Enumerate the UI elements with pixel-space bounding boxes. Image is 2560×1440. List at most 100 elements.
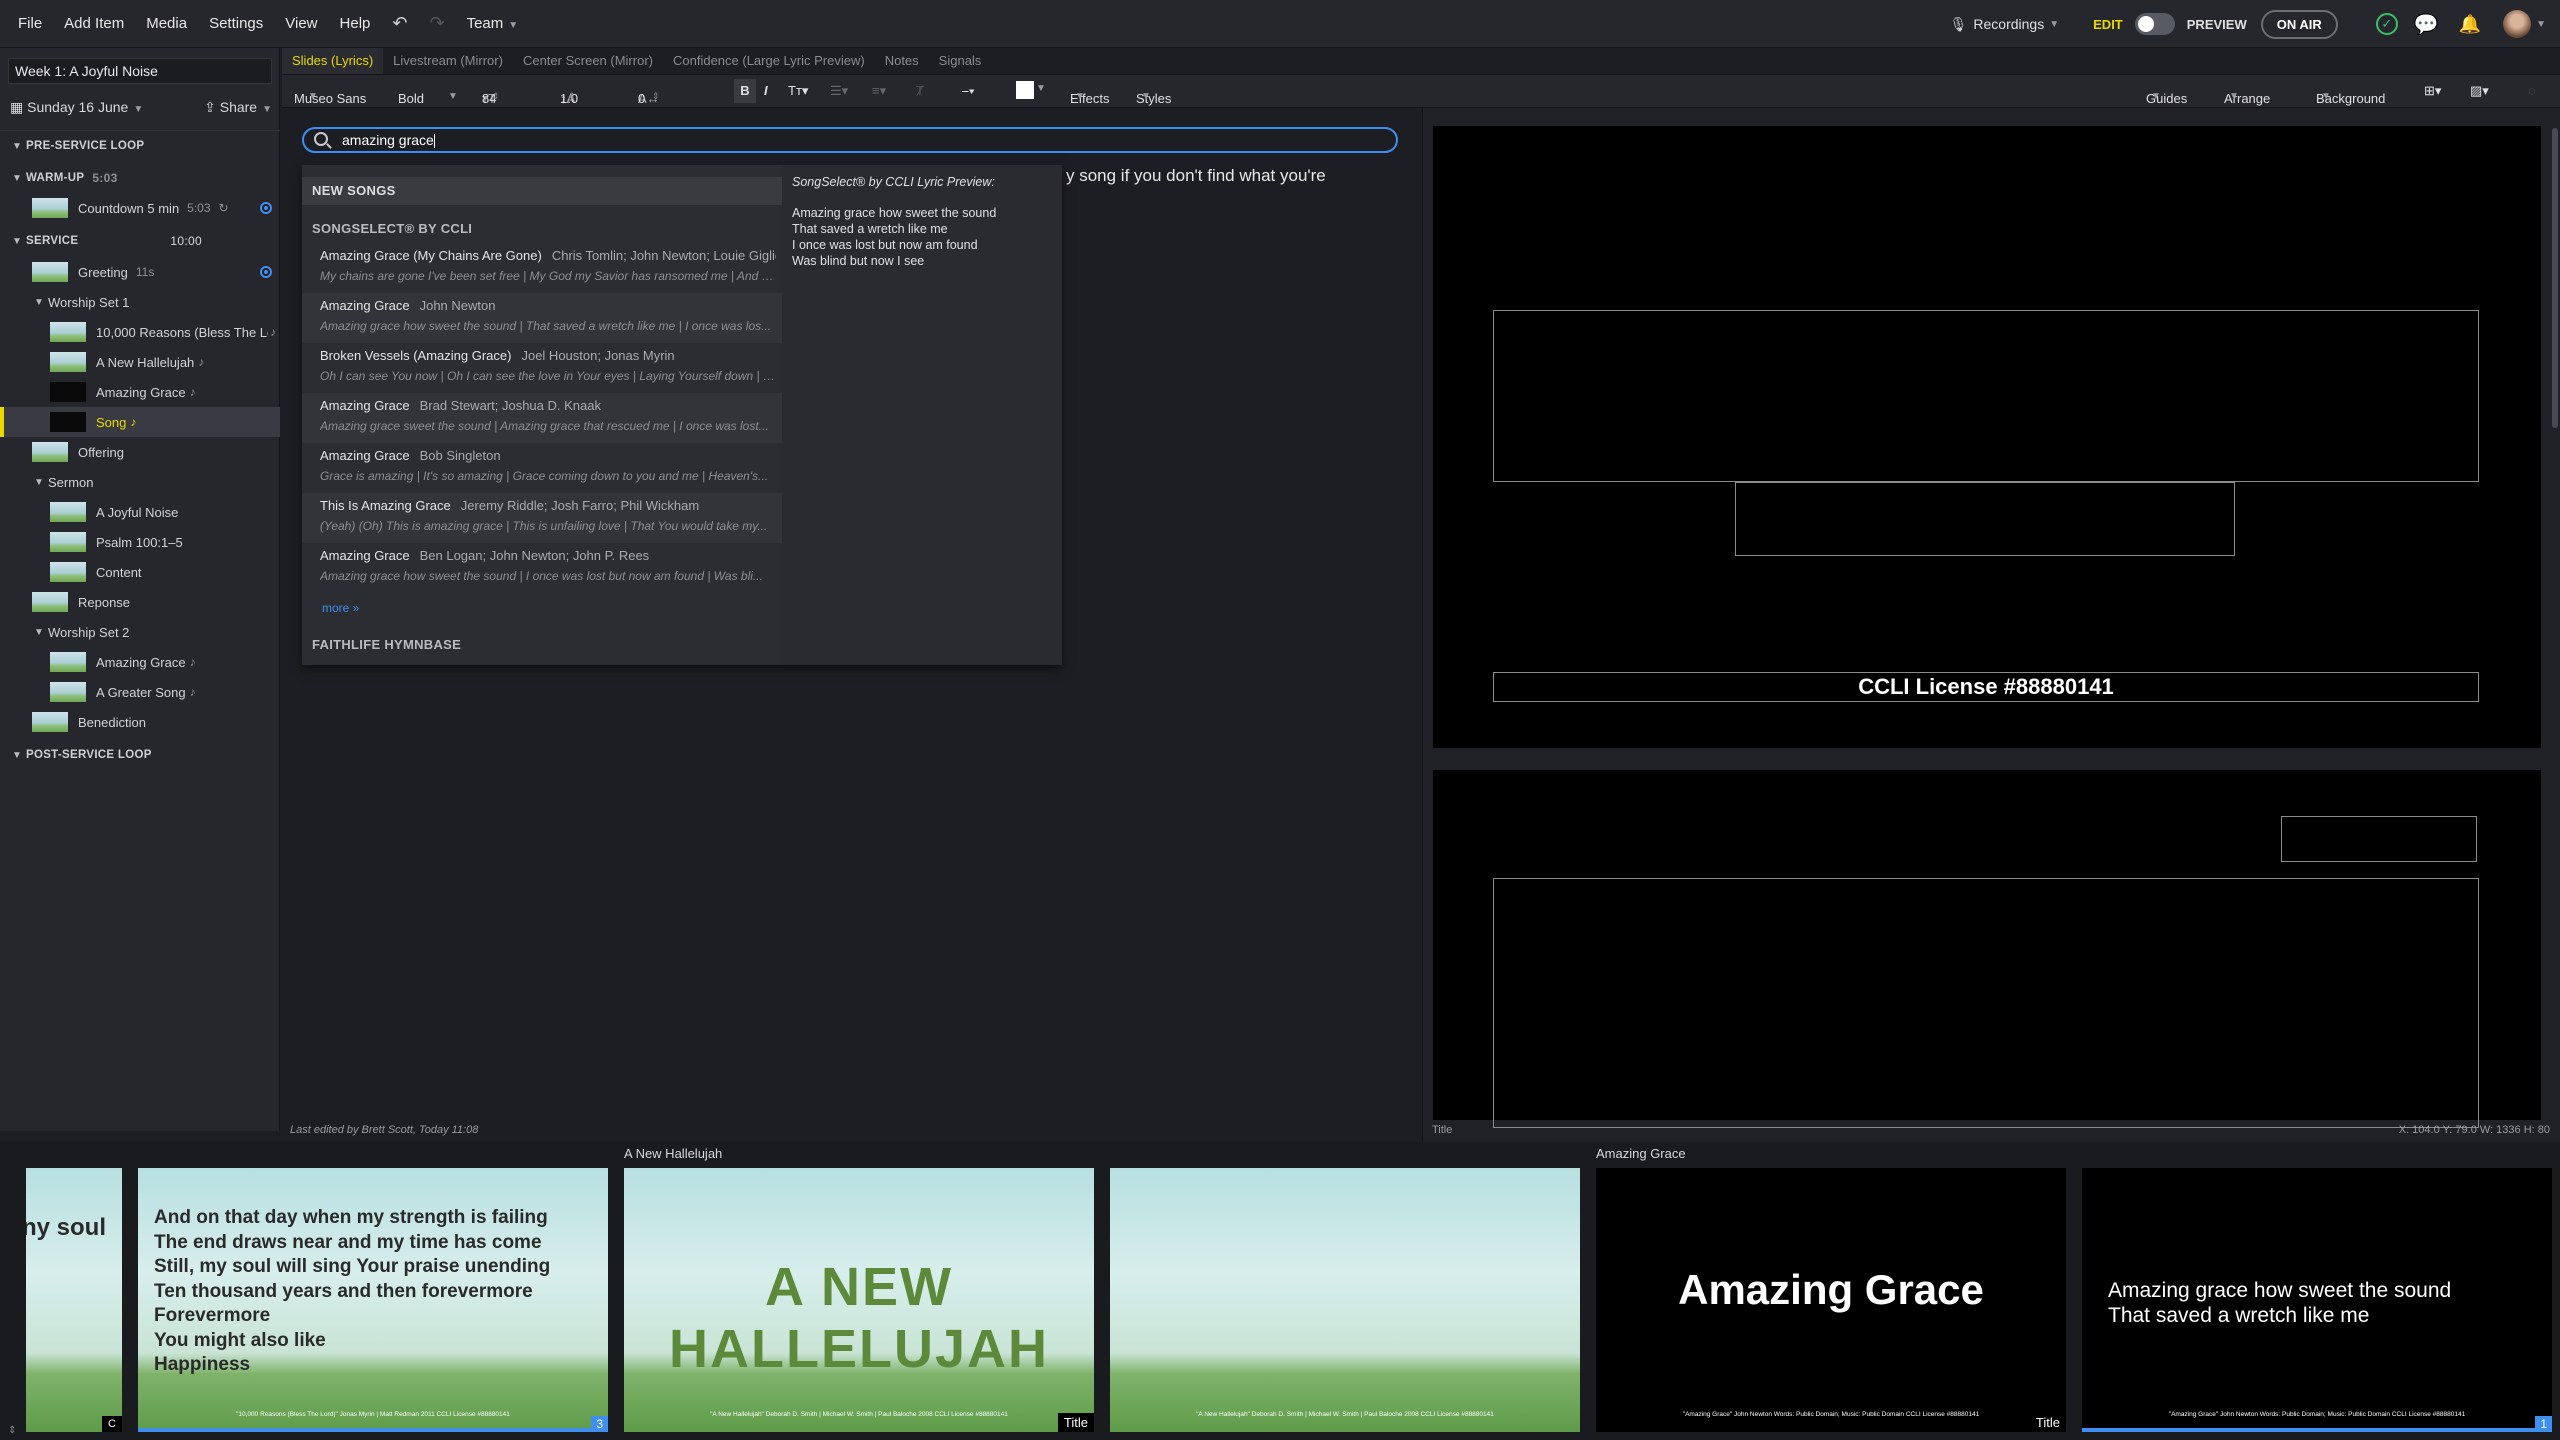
presentation-title[interactable]: Week 1: A Joyful Noise (8, 58, 272, 84)
edit-mode-label[interactable]: EDIT (2093, 17, 2123, 32)
text-transform-icon[interactable]: Tт▾ (788, 83, 808, 99)
menu-file[interactable]: File (0, 15, 53, 32)
sidebar-group-worship-set-2[interactable]: ▼ Worship Set 2 (0, 617, 280, 647)
filmstrip-slide[interactable]: "A New Hallelujah" Deborah D. Smith | Mi… (1110, 1168, 1580, 1432)
sidebar-item-offering[interactable]: Offering (0, 437, 280, 467)
sidebar-group-sermon[interactable]: ▼ Sermon (0, 467, 280, 497)
text-box[interactable] (1493, 310, 2479, 482)
loop-icon: ↻ (218, 201, 229, 215)
sidebar-item-amazing-grace[interactable]: Amazing Grace ♪ (0, 377, 280, 407)
line-style-icon[interactable]: ⎯▾ (962, 83, 975, 99)
sidebar-item-amazing-grace-2[interactable]: Amazing Grace ♪ (0, 647, 280, 677)
clear-format-icon[interactable]: Ⱦ (916, 83, 924, 98)
filmstrip-group-label: A New Hallelujah (624, 1146, 723, 1161)
menu-view[interactable]: View (274, 15, 328, 32)
bold-icon[interactable]: B (734, 79, 756, 103)
chevron-down-icon[interactable]: ▼ (1036, 83, 1046, 94)
song-search-input[interactable]: amazing grace (302, 127, 1398, 153)
edit-preview-toggle[interactable] (2134, 13, 2175, 35)
image-icon[interactable]: ▨▾ (2470, 83, 2489, 99)
filmstrip-slide[interactable]: Amazing grace how sweet the sound That s… (2082, 1168, 2552, 1432)
tab-slides-lyrics[interactable]: Slides (Lyrics) (282, 48, 384, 74)
result-item[interactable]: Amazing Grace Ben Logan; John Newton; Joh… (302, 543, 782, 593)
result-authors: Ben Logan; John Newton; John P. Rees (419, 548, 650, 563)
tab-signals[interactable]: Signals (929, 48, 992, 74)
recordings-menu[interactable]: Recordings (1973, 16, 2044, 32)
preview-line: Was blind but now I see (792, 254, 925, 268)
result-item[interactable]: Amazing Grace John Newton Amazing grace ho… (302, 293, 782, 343)
more-results-link[interactable]: more » (322, 601, 359, 615)
avatar[interactable] (2503, 10, 2532, 38)
sidebar-item-a-greater-song[interactable]: A Greater Song ♪ (0, 677, 280, 707)
filmstrip-slide[interactable]: And on that day when my strength is fail… (138, 1168, 608, 1432)
item-duration: 11s (135, 265, 155, 279)
sidebar-section-service[interactable]: ▼ SERVICE 10:00 (0, 226, 280, 256)
sidebar-item-content[interactable]: Content (0, 557, 280, 587)
bell-icon[interactable]: 🔔 (2459, 14, 2481, 35)
chevron-down-icon: ▼ (508, 20, 519, 31)
sidebar-item-greeting[interactable]: Greeting 11s (0, 257, 280, 287)
slide-credit: "A New Hallelujah" Deborah D. Smith | Mi… (1196, 1411, 1494, 1418)
check-circle-icon[interactable]: ✓ (2375, 13, 2398, 35)
align-icon[interactable]: ≡▾ (872, 83, 886, 99)
tab-center-screen[interactable]: Center Screen (Mirror) (513, 48, 663, 74)
preview-mode-label[interactable]: PREVIEW (2187, 17, 2247, 32)
sidebar-item-benediction[interactable]: Benediction (0, 707, 280, 737)
text-box[interactable] (2281, 816, 2477, 862)
sidebar-item-a-joyful-noise[interactable]: A Joyful Noise (0, 497, 280, 527)
item-label: A New Hallelujah (96, 354, 195, 370)
bullet-list-icon[interactable]: ☰▾ (830, 83, 848, 99)
menu-media[interactable]: Media (135, 15, 198, 32)
undo-icon[interactable]: ↶ (381, 13, 418, 34)
italic-icon[interactable]: I (764, 83, 768, 98)
menu-settings[interactable]: Settings (198, 15, 274, 32)
chevron-down-icon: ▼ (1141, 91, 1151, 102)
canvas-scrollbar[interactable] (2552, 128, 2558, 428)
menu-add-item[interactable]: Add Item (53, 15, 135, 32)
live-indicator-icon (260, 202, 272, 214)
filmstrip-slide[interactable]: Amazing Grace "Amazing Grace" John Newto… (1596, 1168, 2066, 1432)
sidebar-group-worship-set-1[interactable]: ▼ Worship Set 1 (0, 287, 280, 317)
on-air-button[interactable]: ON AIR (2260, 9, 2338, 39)
filmstrip-slide[interactable]: A NEW HALLELUJAH "A New Hallelujah" Debo… (624, 1168, 1094, 1432)
layout-icon[interactable]: ⊞▾ (2424, 83, 2441, 99)
chevron-down-icon: ▼ (2049, 18, 2060, 30)
slide-canvas[interactable] (1433, 770, 2541, 1128)
text-box[interactable] (1493, 878, 2479, 1128)
sidebar-section-pre-service[interactable]: ▼ PRE-SERVICE LOOP (0, 131, 280, 161)
sidebar-section-post-service[interactable]: ▼ POST-SERVICE LOOP (0, 740, 280, 770)
tab-confidence[interactable]: Confidence (Large Lyric Preview) (663, 48, 875, 74)
slide-canvas[interactable]: CCLI License #88880141 (1433, 126, 2541, 748)
sidebar-section-warm-up[interactable]: ▼ WARM-UP 5:03 (0, 163, 280, 193)
sidebar-item-countdown[interactable]: Countdown 5 min 5:03 ↻ (0, 193, 280, 223)
chevron-down-icon: ▼ (2229, 91, 2239, 102)
tab-notes[interactable]: Notes (875, 48, 929, 74)
calendar-icon: ▦ (10, 98, 28, 115)
text-color-swatch[interactable] (1016, 81, 1034, 99)
new-songs-header[interactable]: NEW SONGS (302, 177, 782, 205)
team-menu[interactable]: Team ▼ (456, 15, 530, 32)
tab-livestream[interactable]: Livestream (Mirror) (383, 48, 513, 74)
sidebar-item-10000-reasons[interactable]: 10,000 Reasons (Bless The Lo... ♪ (0, 317, 280, 347)
filmstrip-slide[interactable]: ny soul C (26, 1168, 122, 1432)
resize-handle-icon[interactable]: ⇕ (8, 1425, 16, 1436)
sidebar-item-song[interactable]: Song ♪ (0, 407, 280, 437)
menu-help[interactable]: Help (329, 15, 382, 32)
date-selector[interactable]: ▦ Sunday 16 June ▼ (10, 99, 143, 116)
text-box[interactable] (1735, 482, 2235, 556)
redo-icon[interactable]: ↷ (418, 13, 455, 34)
result-item[interactable]: Amazing Grace Bob Singleton Grace is amazi… (302, 443, 782, 493)
result-item[interactable]: Broken Vessels (Amazing Grace) Joel Houst… (302, 343, 782, 393)
slide-credit: "Amazing Grace" John Newton Words: Publi… (1682, 1411, 1980, 1418)
share-button[interactable]: ⇪ Share ▼ (204, 99, 272, 116)
chat-icon[interactable]: 💬 (2414, 12, 2439, 37)
result-item[interactable]: This Is Amazing Grace Jeremy Riddle; Josh… (302, 493, 782, 543)
sidebar-item-psalm-100[interactable]: Psalm 100:1–5 (0, 527, 280, 557)
sidebar-item-reponse[interactable]: Reponse (0, 587, 280, 617)
slide-thumbnail (50, 382, 86, 402)
ccli-text-box[interactable]: CCLI License #88880141 (1493, 672, 2479, 702)
sidebar-item-a-new-hallelujah[interactable]: A New Hallelujah ♪ (0, 347, 280, 377)
result-item[interactable]: Amazing Grace (My Chains Are Gone) Chris … (302, 243, 782, 293)
result-item[interactable]: Amazing Grace Brad Stewart; Joshua D. Kna… (302, 393, 782, 443)
item-label: Amazing Grace (96, 384, 186, 400)
